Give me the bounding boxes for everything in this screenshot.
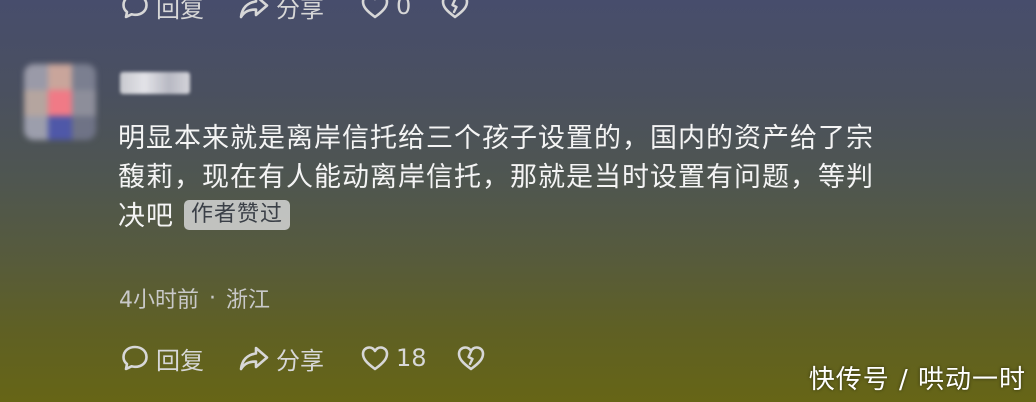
comment-line: 馥莉，现在有人能动离岸信托，那就是当时设置有问题，等判 [118, 162, 874, 193]
share-label: 分享 [276, 0, 324, 23]
dislike-button[interactable] [456, 343, 486, 373]
comment-body: 明显本来就是离岸信托给三个孩子设置的，国内的资产给了宗 馥莉，现在有人能动离岸信… [118, 119, 1018, 236]
dislike-button[interactable] [440, 0, 470, 21]
avatar[interactable] [24, 64, 96, 140]
like-count: 0 [396, 0, 412, 20]
like-count: 18 [396, 344, 427, 372]
watermark: 快传号 / 哄动一时 [808, 365, 1026, 395]
reply-label: 回复 [156, 0, 204, 23]
share-arrow-icon [239, 0, 269, 19]
comment-meta: 4小时前 · 浙江 [119, 282, 270, 314]
share-button[interactable]: 分享 [238, 0, 360, 24]
comment-line: 明显本来就是离岸信托给三个孩子设置的，国内的资产给了宗 [118, 123, 874, 154]
meta-separator: · [209, 285, 216, 311]
previous-comment-actions: 回复 分享 0 [120, 0, 470, 24]
comment-bubble-icon [122, 345, 148, 371]
author-liked-badge: 作者赞过 [184, 199, 291, 230]
broken-heart-icon [441, 0, 469, 19]
comment-line-text: 决吧 [118, 201, 174, 232]
username-blurred[interactable] [120, 72, 190, 94]
share-button[interactable]: 分享 [238, 341, 360, 376]
like-button[interactable]: 18 [360, 343, 456, 373]
heart-icon [361, 0, 389, 19]
comment-actions: 回复 分享 18 [120, 340, 486, 376]
like-button[interactable]: 0 [360, 0, 440, 21]
broken-heart-icon [457, 346, 485, 371]
reply-button[interactable]: 回复 [120, 341, 238, 376]
share-label: 分享 [276, 346, 324, 375]
heart-icon [361, 346, 389, 371]
share-arrow-icon [239, 346, 269, 371]
comment-bubble-icon [122, 0, 148, 19]
reply-label: 回复 [156, 346, 204, 375]
reply-button[interactable]: 回复 [120, 0, 238, 24]
comment-time: 4小时前 [119, 288, 199, 313]
comment-location: 浙江 [226, 288, 271, 313]
comment-line-last: 决吧 作者赞过 [118, 197, 1018, 236]
